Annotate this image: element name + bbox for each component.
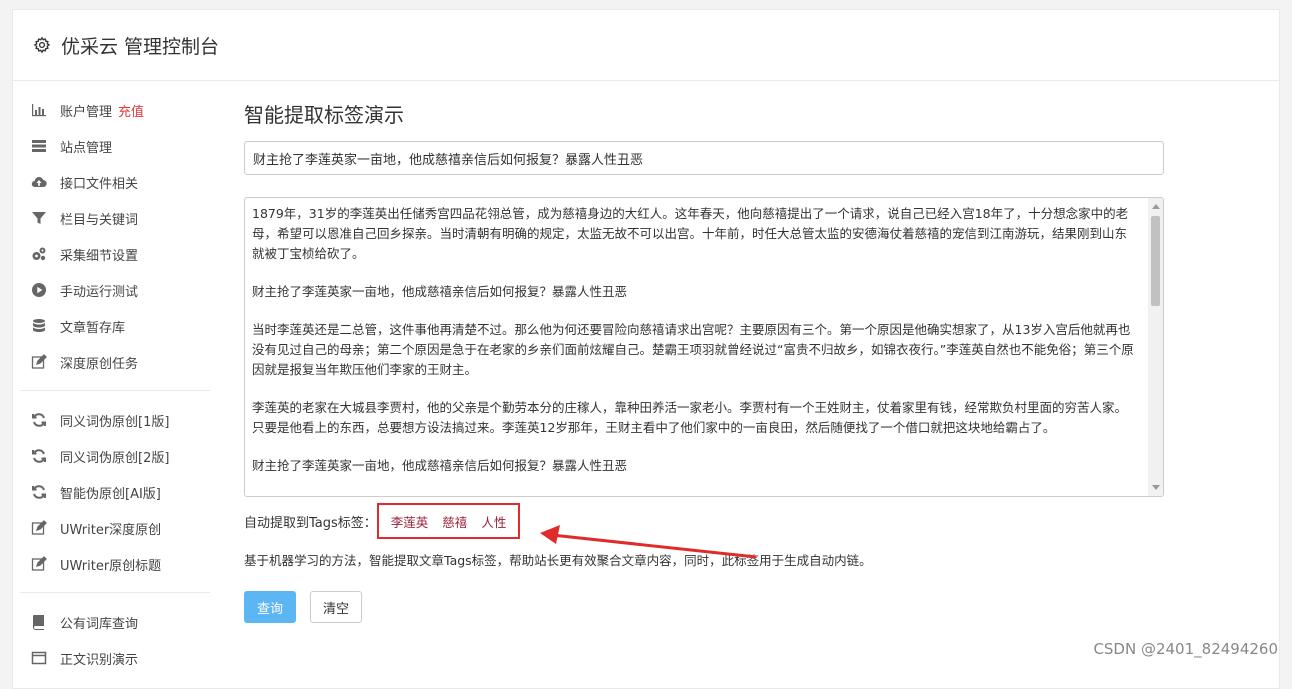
sidebar-item-columns-keywords[interactable]: 栏目与关键词 bbox=[20, 200, 210, 236]
bar-chart-icon bbox=[30, 101, 48, 119]
sidebar-item-deep-original-task[interactable]: 深度原创任务 bbox=[20, 344, 210, 380]
play-circle-icon bbox=[30, 281, 48, 299]
sidebar-item-account[interactable]: 账户管理 充值 bbox=[20, 92, 210, 128]
section-heading: 智能提取标签演示 bbox=[244, 103, 404, 127]
annotation-arrow-icon bbox=[540, 525, 757, 559]
window-icon bbox=[30, 649, 48, 667]
content-paragraph: 当时李莲英还是二总管，这件事他再清楚不过。那么他为何还要冒险向慈禧请求出宫呢？主… bbox=[252, 322, 1134, 377]
sidebar-item-manual-run[interactable]: 手动运行测试 bbox=[20, 272, 210, 308]
sidebar-item-public-lexicon[interactable]: 公有词库查询 bbox=[20, 604, 210, 640]
server-icon bbox=[30, 137, 48, 155]
sidebar-item-label: 智能伪原创[AI版] bbox=[60, 486, 161, 502]
tag-item: 慈禧 bbox=[442, 514, 468, 530]
database-icon bbox=[30, 317, 48, 335]
query-button[interactable]: 查询 bbox=[244, 591, 297, 623]
content-paragraph: 财主抢了李莲英家一亩地，他成慈禧亲信后如何报复？暴露人性丑恶 bbox=[252, 284, 628, 299]
filter-icon bbox=[30, 209, 48, 227]
gears-icon bbox=[30, 245, 48, 263]
scrollbar-thumb[interactable] bbox=[1151, 216, 1160, 306]
sidebar-item-label: 账户管理 bbox=[60, 104, 113, 120]
content-paragraph: 1879年，31岁的李莲英出任储秀宫四品花翎总管，成为慈禧身边的大红人。这年春天… bbox=[252, 206, 1129, 261]
book-icon bbox=[30, 613, 48, 631]
sidebar-item-label: 文章暂存库 bbox=[60, 320, 126, 336]
sidebar-item-label: 手动运行测试 bbox=[60, 284, 139, 300]
page-title: 优采云 管理控制台 bbox=[61, 35, 220, 58]
sidebar-item-label: 接口文件相关 bbox=[60, 176, 139, 192]
sidebar-item-synonym-v1[interactable]: 同义词伪原创[1版] bbox=[20, 402, 210, 438]
content-paragraph: 李莲英的老家在大城县李贾村，他的父亲是个勤劳本分的庄稼人，靠种田养活一家老小。李… bbox=[252, 400, 1128, 435]
tag-item: 人性 bbox=[481, 514, 507, 530]
sidebar-divider bbox=[20, 592, 210, 593]
action-buttons: 查询 清空 bbox=[244, 591, 1164, 623]
refresh-icon bbox=[30, 483, 48, 501]
content-paragraph: 财主抢了李莲英家一亩地，他成慈禧亲信后如何报复？暴露人性丑恶 bbox=[252, 458, 628, 473]
sidebar-item-interface-files[interactable]: 接口文件相关 bbox=[20, 164, 210, 200]
sidebar-item-label: UWriter原创标题 bbox=[60, 558, 162, 574]
tags-highlight-box: 李莲英 慈禧 人性 bbox=[376, 503, 521, 539]
sidebar-item-label: UWriter深度原创 bbox=[60, 522, 162, 538]
sidebar-item-label: 深度原创任务 bbox=[60, 356, 139, 372]
sidebar-item-collect-settings[interactable]: 采集细节设置 bbox=[20, 236, 210, 272]
edit-icon bbox=[30, 519, 48, 537]
sidebar-item-label: 采集细节设置 bbox=[60, 248, 139, 264]
textarea-scrollbar[interactable] bbox=[1148, 198, 1163, 496]
tags-label: 自动提取到Tags标签： bbox=[244, 515, 377, 531]
header: 优采云 管理控制台 bbox=[13, 10, 1279, 81]
tag-item: 李莲英 bbox=[390, 514, 429, 530]
sidebar-item-label: 正文识别演示 bbox=[60, 652, 139, 668]
sidebar-item-text-recognition[interactable]: 正文识别演示 bbox=[20, 640, 210, 676]
article-content-text[interactable]: 1879年，31岁的李莲英出任储秀宫四品花翎总管，成为慈禧身边的大红人。这年春天… bbox=[245, 198, 1163, 476]
gear-icon bbox=[33, 36, 51, 54]
sidebar: 账户管理 充值 站点管理 接口文件相关 栏目与关键词 采集细节设置 手动运行测试… bbox=[20, 92, 210, 676]
article-content-textarea[interactable]: 1879年，31岁的李莲英出任储秀宫四品花翎总管，成为慈禧身边的大红人。这年春天… bbox=[244, 197, 1164, 497]
scroll-up-icon[interactable] bbox=[1152, 204, 1160, 209]
watermark: CSDN @2401_82494260 bbox=[1093, 640, 1278, 658]
article-title-input[interactable] bbox=[244, 141, 1164, 175]
sidebar-item-label: 栏目与关键词 bbox=[60, 212, 139, 228]
edit-icon bbox=[30, 555, 48, 573]
sidebar-divider bbox=[20, 390, 210, 391]
sidebar-item-uwriter-title[interactable]: UWriter原创标题 bbox=[20, 546, 210, 582]
sidebar-item-label: 站点管理 bbox=[60, 140, 113, 156]
sidebar-item-article-store[interactable]: 文章暂存库 bbox=[20, 308, 210, 344]
sidebar-item-sites[interactable]: 站点管理 bbox=[20, 128, 210, 164]
sidebar-item-label: 公有词库查询 bbox=[60, 616, 139, 632]
sidebar-item-label: 同义词伪原创[1版] bbox=[60, 414, 170, 430]
sidebar-item-label: 同义词伪原创[2版] bbox=[60, 450, 170, 466]
refresh-icon bbox=[30, 411, 48, 429]
sidebar-item-uwriter-deep[interactable]: UWriter深度原创 bbox=[20, 510, 210, 546]
edit-icon bbox=[30, 353, 48, 371]
recharge-badge[interactable]: 充值 bbox=[118, 101, 144, 120]
scroll-down-icon[interactable] bbox=[1152, 485, 1160, 490]
refresh-icon bbox=[30, 447, 48, 465]
sidebar-item-synonym-v2[interactable]: 同义词伪原创[2版] bbox=[20, 438, 210, 474]
clear-button[interactable]: 清空 bbox=[310, 591, 363, 623]
sidebar-item-ai-rewrite[interactable]: 智能伪原创[AI版] bbox=[20, 474, 210, 510]
cloud-upload-icon bbox=[30, 173, 48, 191]
